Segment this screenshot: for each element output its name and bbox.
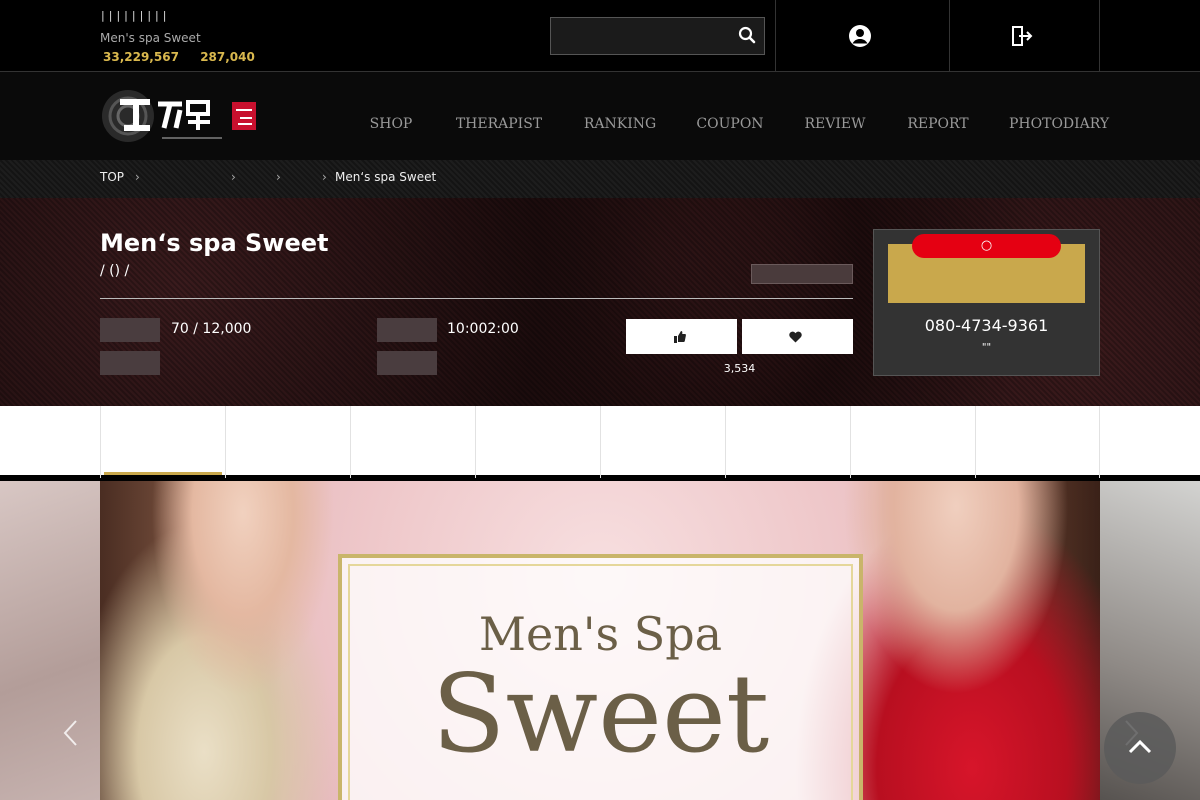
nav-coupon[interactable]: COUPON	[687, 92, 773, 132]
tab-therapist[interactable]	[225, 406, 350, 478]
nav-label-en: SHOP	[369, 116, 413, 132]
breadcrumb-item-top[interactable]: TOP	[100, 170, 124, 184]
top-link-sep: |	[131, 9, 136, 22]
top-link-sep: |	[108, 9, 113, 22]
shop-badge	[751, 264, 853, 284]
banner-prev-slide	[0, 481, 100, 800]
tab-schedule[interactable]	[350, 406, 475, 478]
nav-review[interactable]: REVIEW	[797, 92, 873, 132]
nav-ranking[interactable]: RANKING	[571, 92, 669, 132]
phone-note: ""	[981, 342, 992, 353]
info-label-type	[100, 351, 160, 375]
breadcrumb-separator: ›	[322, 170, 327, 184]
stat-value-1: 33,229,567	[103, 50, 179, 64]
nav-label-jp	[687, 92, 773, 114]
info-label-price	[100, 318, 160, 342]
search-box	[550, 17, 765, 55]
stat-value-2: 287,040	[200, 50, 255, 64]
nav-label-jp	[449, 92, 549, 114]
heart-icon	[789, 331, 802, 343]
door-icon	[1011, 25, 1033, 47]
like-button[interactable]	[626, 319, 737, 354]
shop-title: Men‘s spa Sweet	[100, 229, 329, 257]
status-badge: ○	[912, 234, 1061, 258]
nav-label-jp	[1009, 92, 1105, 114]
info-label-holiday	[377, 351, 437, 375]
site-stats: 33,229,567 287,040	[100, 50, 258, 64]
breadcrumb-separator: ›	[276, 170, 281, 184]
nav-label-jp	[797, 92, 873, 114]
tab-access[interactable]	[975, 406, 1100, 478]
banner-slider[interactable]: Men's Spa Sweet	[0, 481, 1200, 800]
info-value-price: 70 / 12,000	[171, 321, 252, 337]
breadcrumb-separator: ›	[231, 170, 236, 184]
chevron-up-icon	[1127, 737, 1153, 759]
banner-photo-left	[100, 481, 360, 800]
nav-label-jp	[345, 92, 437, 114]
info-label-hours	[377, 318, 437, 342]
shop-tabs	[0, 406, 1200, 478]
divider	[100, 298, 853, 299]
tab-photodiary[interactable]	[850, 406, 975, 478]
thumbs-up-icon	[673, 330, 686, 343]
top-link-sep: |	[101, 9, 105, 22]
info-value-hours: 10:002:00	[447, 321, 519, 337]
banner-brand-line2: Sweet	[431, 652, 770, 777]
main-header: SHOP THERAPIST RANKING COUPON REVIEW REP…	[0, 72, 1200, 160]
user-icon	[848, 24, 872, 48]
nav-label-en: THERAPIST	[455, 116, 543, 132]
top-links: | | | | | | | | |	[100, 9, 167, 22]
nav-label-jp	[571, 92, 669, 114]
shop-area: / () /	[100, 263, 130, 279]
top-bar: | | | | | | | | | Men's spa Sweet 33,229,567 287…	[0, 0, 1200, 72]
top-link-sep: |	[139, 9, 144, 22]
slider-prev-icon[interactable]	[60, 718, 82, 748]
top-link-sep: |	[116, 9, 121, 22]
favorite-count: 3,534	[723, 362, 756, 375]
nav-label-en: REPORT	[907, 116, 969, 132]
nav-label-en: RANKING	[583, 116, 657, 132]
top-link-sep: |	[155, 9, 159, 22]
top-link-sep: |	[147, 9, 152, 22]
breadcrumb: TOP › › › › Men‘s spa Sweet	[0, 160, 1200, 198]
phone-number[interactable]: 080-4734-9361	[873, 316, 1100, 335]
nav-label-en: COUPON	[696, 116, 764, 132]
site-logo[interactable]	[100, 80, 260, 152]
login-button[interactable]	[775, 0, 950, 72]
nav-photodiary[interactable]: PHOTODIARY	[1009, 92, 1110, 132]
favorite-button[interactable]	[742, 319, 853, 354]
search-icon[interactable]	[738, 26, 758, 46]
nav-label-en: REVIEW	[804, 116, 866, 132]
top-link-sep: |	[162, 9, 167, 22]
tab-price[interactable]	[475, 406, 600, 478]
nav-therapist[interactable]: THERAPIST	[449, 92, 549, 132]
top-link-sep: |	[124, 9, 128, 22]
breadcrumb-separator: ›	[135, 170, 140, 184]
site-name: Men's spa Sweet	[100, 31, 201, 45]
register-button[interactable]	[949, 0, 1100, 72]
tab-top[interactable]	[100, 406, 225, 478]
breadcrumb-item-current: Men‘s spa Sweet	[335, 170, 437, 184]
nav-report[interactable]: REPORT	[900, 92, 976, 132]
nav-label-en: PHOTODIARY	[1009, 116, 1110, 132]
search-input[interactable]	[551, 18, 731, 54]
nav-shop[interactable]: SHOP	[345, 92, 437, 132]
tab-coupon[interactable]	[725, 406, 850, 478]
tab-review[interactable]	[600, 406, 725, 478]
nav-label-jp	[900, 92, 976, 114]
back-to-top-button[interactable]	[1104, 712, 1176, 784]
